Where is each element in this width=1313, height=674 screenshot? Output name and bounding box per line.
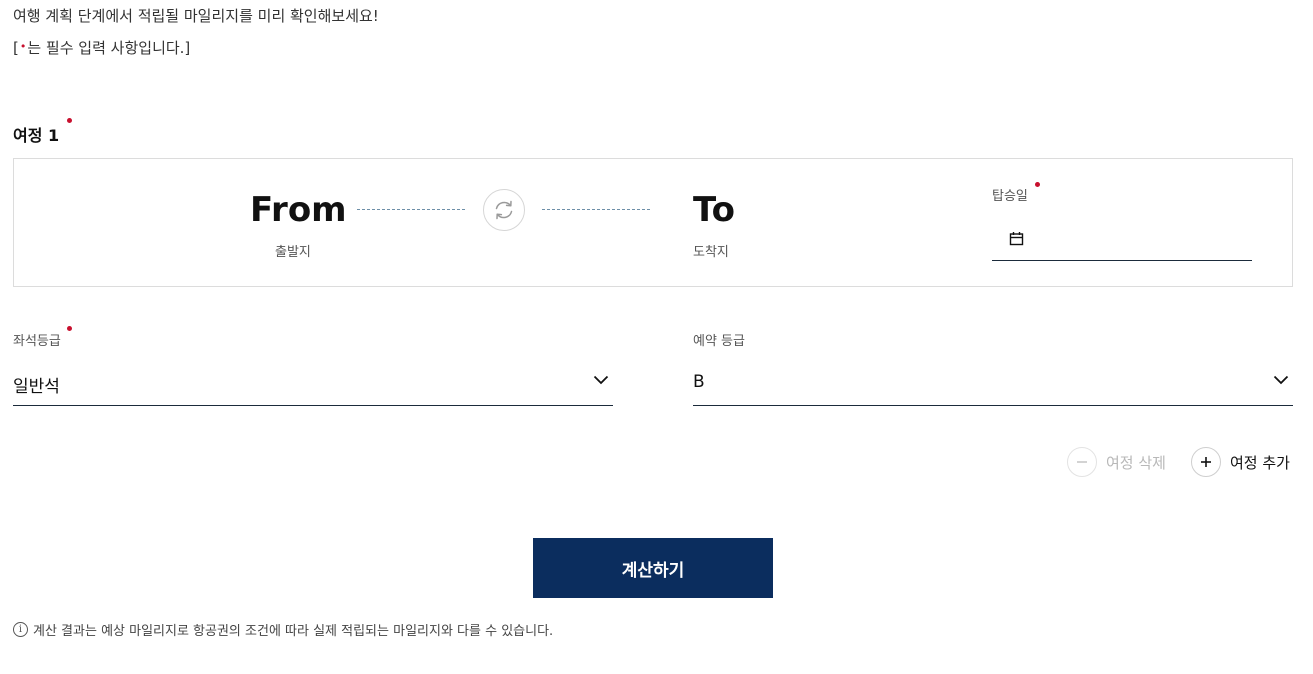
journey-box: From 출발지 To 도착지 탑승일: [13, 158, 1293, 287]
destination-label: 도착지: [693, 245, 729, 260]
route-line-left: [357, 209, 465, 210]
delete-journey-button[interactable]: 여정 삭제: [1067, 447, 1166, 477]
plus-icon: [1191, 447, 1221, 477]
intro-text: 여행 계획 단계에서 적립될 마일리지를 미리 확인해보세요!: [13, 7, 379, 25]
chevron-down-icon: [1273, 375, 1289, 385]
boarding-date-label: 탑승일: [992, 189, 1028, 204]
swap-arrows-icon: [495, 200, 513, 220]
add-journey-label: 여정 추가: [1230, 453, 1290, 472]
delete-journey-label: 여정 삭제: [1106, 453, 1166, 472]
origin-button[interactable]: From: [250, 190, 347, 230]
minus-icon: [1067, 447, 1097, 477]
required-note: [•는 필수 입력 사항입니다.]: [13, 37, 190, 58]
destination-button[interactable]: To: [693, 190, 735, 230]
required-dot-inline: •: [19, 40, 27, 53]
cabin-class-label: 좌석등급: [13, 334, 61, 349]
required-dot: [1035, 182, 1040, 187]
route-line-right: [542, 209, 650, 210]
booking-class-label: 예약 등급: [693, 334, 745, 349]
calendar-icon[interactable]: [1009, 231, 1024, 246]
required-note-open: [: [13, 39, 19, 57]
journey-title: 여정 1: [13, 126, 60, 145]
notice: i 계산 결과는 예상 마일리지로 항공권의 조건에 따라 실제 적립되는 마일…: [13, 620, 553, 639]
boarding-date-input[interactable]: [992, 219, 1252, 261]
chevron-down-icon: [593, 375, 609, 385]
booking-class-select[interactable]: B: [693, 360, 1293, 406]
required-dot: [67, 326, 72, 331]
required-dot: [67, 118, 72, 123]
origin-label: 출발지: [275, 245, 311, 260]
booking-class-value: B: [693, 372, 705, 392]
cabin-class-select[interactable]: 일반석: [13, 360, 613, 406]
notice-text: 계산 결과는 예상 마일리지로 항공권의 조건에 따라 실제 적립되는 마일리지…: [33, 624, 554, 639]
add-journey-button[interactable]: 여정 추가: [1191, 447, 1290, 477]
info-icon: i: [13, 622, 28, 637]
swap-button[interactable]: [483, 189, 525, 231]
required-note-text: 는 필수 입력 사항입니다.]: [27, 39, 191, 57]
cabin-class-value: 일반석: [13, 377, 60, 397]
calculate-button[interactable]: 계산하기: [533, 538, 773, 598]
